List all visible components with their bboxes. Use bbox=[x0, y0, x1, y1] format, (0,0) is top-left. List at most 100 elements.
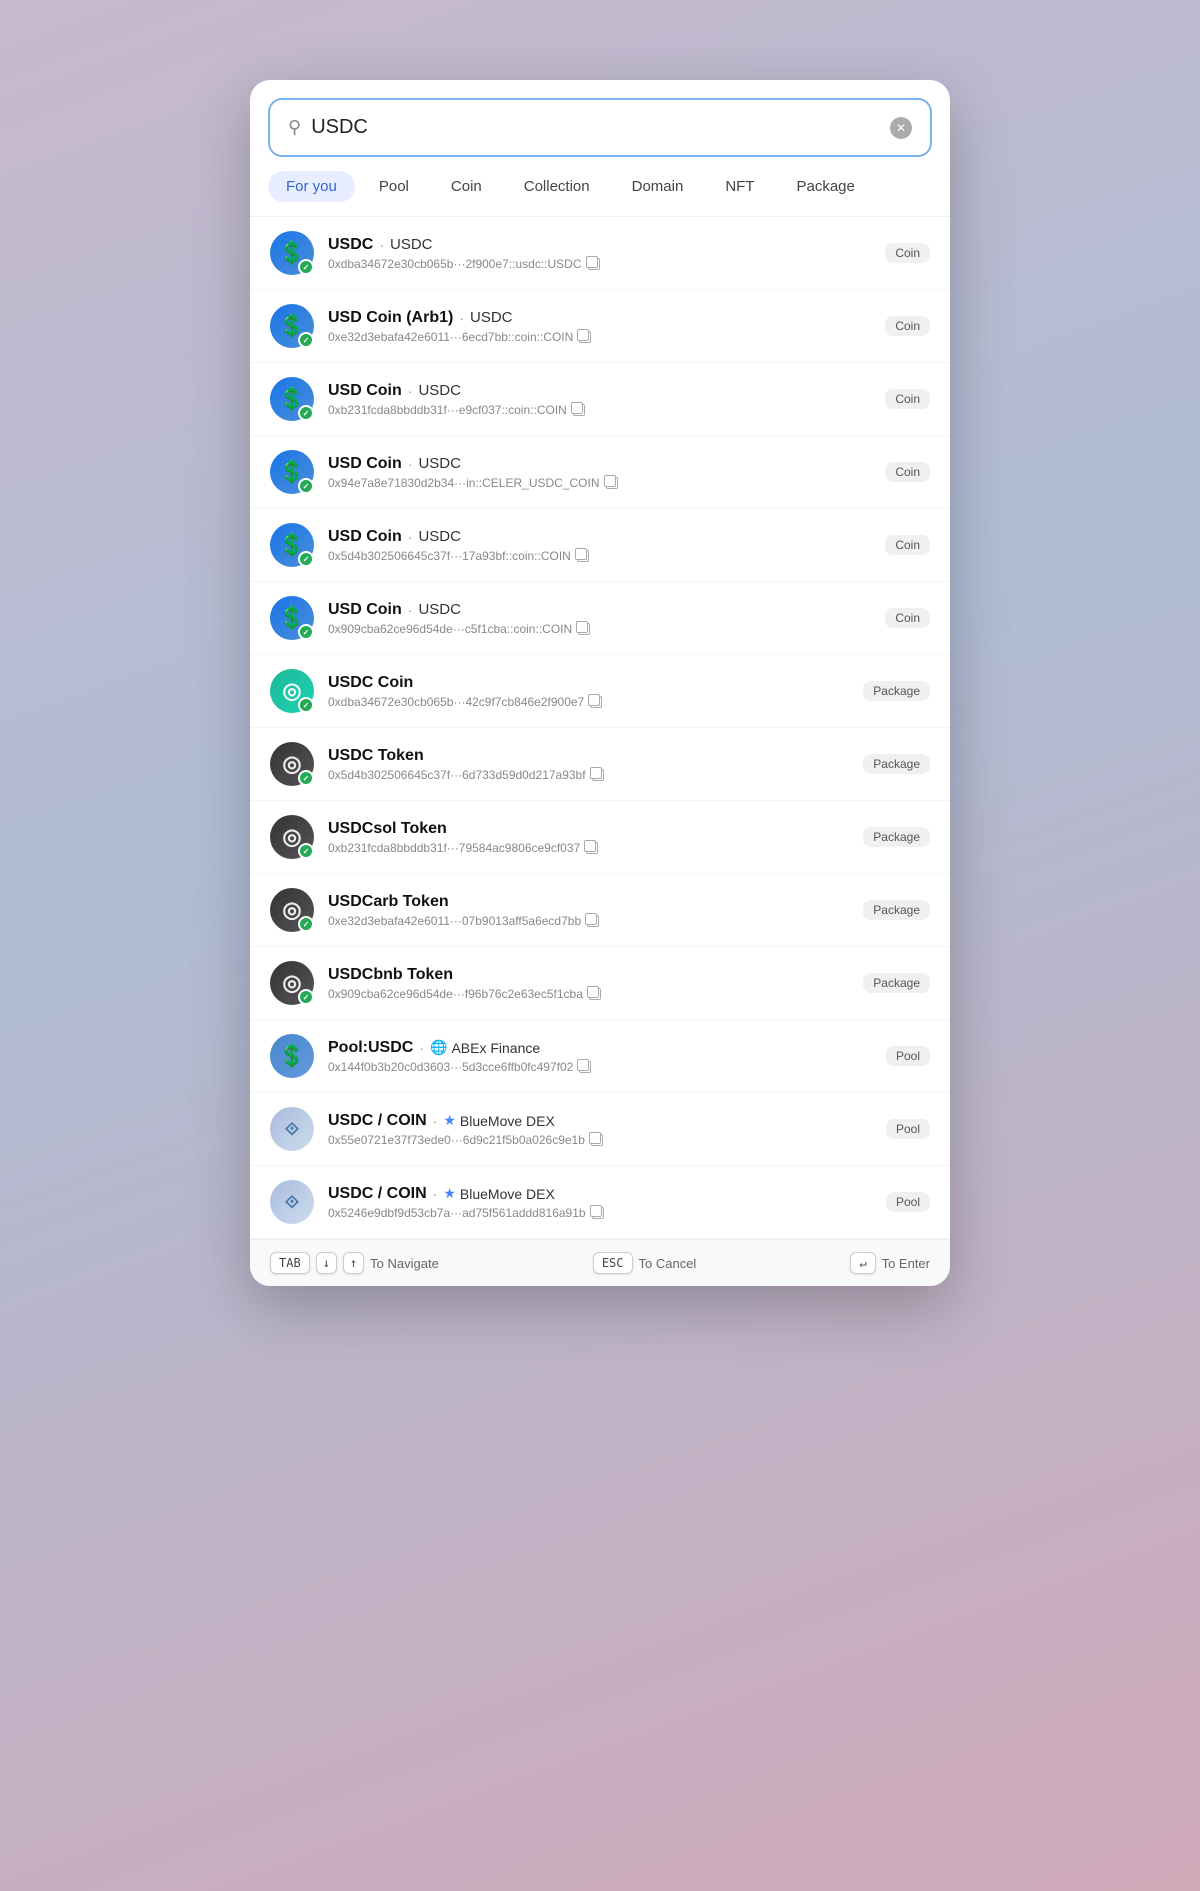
result-info: USDC / COIN · ★ BlueMove DEX 0x5246e9dbf… bbox=[328, 1185, 872, 1220]
result-icon: 💲 ✓ bbox=[270, 523, 314, 567]
result-icon: ⟐ bbox=[270, 1107, 314, 1151]
copy-icon[interactable] bbox=[588, 258, 600, 270]
verified-badge: ✓ bbox=[298, 697, 314, 713]
result-badge: Pool bbox=[886, 1046, 930, 1066]
verified-badge: ✓ bbox=[298, 843, 314, 859]
result-badge: Coin bbox=[885, 243, 930, 263]
result-address: 0x909cba62ce96d54de···f96b76c2e63ec5f1cb… bbox=[328, 987, 849, 1001]
result-badge: Coin bbox=[885, 462, 930, 482]
result-item[interactable]: 💲 ✓ USD Coin (Arb1) · USDC 0xe32d3ebafa4… bbox=[250, 290, 950, 363]
result-info: USDCbnb Token 0x909cba62ce96d54de···f96b… bbox=[328, 966, 849, 1001]
search-modal: ⚲ ✕ For you Pool Coin Collection Domain … bbox=[250, 80, 950, 1286]
result-info: USDC Token 0x5d4b302506645c37f···6d733d5… bbox=[328, 747, 849, 782]
copy-icon[interactable] bbox=[586, 842, 598, 854]
result-address: 0xb231fcda8bbddb31f···e9cf037::coin::COI… bbox=[328, 403, 871, 417]
result-name: USD Coin bbox=[328, 528, 402, 546]
tab-nft[interactable]: NFT bbox=[707, 171, 772, 202]
copy-icon[interactable] bbox=[606, 477, 618, 489]
modal-backdrop: ⚲ ✕ For you Pool Coin Collection Domain … bbox=[0, 0, 1200, 1891]
search-input[interactable] bbox=[311, 116, 880, 139]
copy-icon[interactable] bbox=[579, 1061, 591, 1073]
result-item[interactable]: ◎ ✓ USDCbnb Token 0x909cba62ce96d54de···… bbox=[250, 947, 950, 1020]
tab-pool[interactable]: Pool bbox=[361, 171, 427, 202]
tab-collection[interactable]: Collection bbox=[506, 171, 608, 202]
result-ticker: USDC bbox=[418, 528, 461, 545]
result-info: USDC · USDC 0xdba34672e30cb065b···2f900e… bbox=[328, 236, 871, 271]
copy-icon[interactable] bbox=[592, 1207, 604, 1219]
result-icon: ◎ ✓ bbox=[270, 961, 314, 1005]
result-name: USDC Token bbox=[328, 747, 424, 765]
copy-icon[interactable] bbox=[578, 623, 590, 635]
provider-star-icon: ★ bbox=[443, 1112, 456, 1129]
copy-icon[interactable] bbox=[573, 404, 585, 416]
result-icon: ◎ ✓ bbox=[270, 742, 314, 786]
result-badge: Coin bbox=[885, 608, 930, 628]
result-item[interactable]: ◎ ✓ USDC Token 0x5d4b302506645c37f···6d7… bbox=[250, 728, 950, 801]
enter-hint: ↵ To Enter bbox=[850, 1252, 930, 1274]
result-badge: Coin bbox=[885, 316, 930, 336]
result-item[interactable]: 💲 Pool:USDC · 🌐 ABEx Finance 0x144f0b3b2… bbox=[250, 1020, 950, 1093]
result-item[interactable]: ⟐ USDC / COIN · ★ BlueMove DEX 0x5246e9d… bbox=[250, 1166, 950, 1239]
result-item[interactable]: ◎ ✓ USDC Coin 0xdba34672e30cb065b···42c9… bbox=[250, 655, 950, 728]
esc-key: ESC bbox=[593, 1252, 633, 1274]
result-badge: Package bbox=[863, 754, 930, 774]
provider-star-icon: ★ bbox=[443, 1185, 456, 1202]
verified-badge: ✓ bbox=[298, 624, 314, 640]
enter-key: ↵ bbox=[850, 1252, 875, 1274]
result-badge: Package bbox=[863, 900, 930, 920]
result-address: 0x5d4b302506645c37f···17a93bf::coin::COI… bbox=[328, 549, 871, 563]
tab-coin[interactable]: Coin bbox=[433, 171, 500, 202]
copy-icon[interactable] bbox=[592, 769, 604, 781]
clear-button[interactable]: ✕ bbox=[890, 117, 912, 139]
navigate-label: To Navigate bbox=[370, 1256, 439, 1271]
copy-icon[interactable] bbox=[577, 550, 589, 562]
result-item[interactable]: 💲 ✓ USD Coin · USDC 0x909cba62ce96d54de·… bbox=[250, 582, 950, 655]
tab-for-you[interactable]: For you bbox=[268, 171, 355, 202]
result-icon: ⟐ bbox=[270, 1180, 314, 1224]
result-badge: Package bbox=[863, 973, 930, 993]
result-ticker: USDC bbox=[418, 601, 461, 618]
result-info: USD Coin · USDC 0xb231fcda8bbddb31f···e9… bbox=[328, 382, 871, 417]
result-icon: 💲 ✓ bbox=[270, 450, 314, 494]
copy-icon[interactable] bbox=[587, 915, 599, 927]
verified-badge: ✓ bbox=[298, 405, 314, 421]
result-ticker: USDC bbox=[470, 309, 513, 326]
result-info: USDCarb Token 0xe32d3ebafa42e6011···07b9… bbox=[328, 893, 849, 928]
result-info: USD Coin (Arb1) · USDC 0xe32d3ebafa42e60… bbox=[328, 309, 871, 344]
result-icon: ◎ ✓ bbox=[270, 815, 314, 859]
result-address: 0x5246e9dbf9d53cb7a···ad75f561addd816a91… bbox=[328, 1206, 872, 1220]
result-name: USDC / COIN bbox=[328, 1185, 427, 1203]
result-info: Pool:USDC · 🌐 ABEx Finance 0x144f0b3b20c… bbox=[328, 1039, 872, 1074]
result-badge: Package bbox=[863, 681, 930, 701]
copy-icon[interactable] bbox=[590, 696, 602, 708]
provider-logo: ★ BlueMove DEX bbox=[443, 1185, 555, 1202]
result-item[interactable]: 💲 ✓ USDC · USDC 0xdba34672e30cb065b···2f… bbox=[250, 217, 950, 290]
result-icon: 💲 ✓ bbox=[270, 377, 314, 421]
result-address: 0x5d4b302506645c37f···6d733d59d0d217a93b… bbox=[328, 768, 849, 782]
result-item[interactable]: 💲 ✓ USD Coin · USDC 0x94e7a8e71830d2b34·… bbox=[250, 436, 950, 509]
result-name: USD Coin (Arb1) bbox=[328, 309, 453, 327]
result-name: USD Coin bbox=[328, 601, 402, 619]
result-item[interactable]: ◎ ✓ USDCarb Token 0xe32d3ebafa42e6011···… bbox=[250, 874, 950, 947]
verified-badge: ✓ bbox=[298, 551, 314, 567]
tab-domain[interactable]: Domain bbox=[614, 171, 702, 202]
copy-icon[interactable] bbox=[579, 331, 591, 343]
result-name: USD Coin bbox=[328, 382, 402, 400]
copy-icon[interactable] bbox=[591, 1134, 603, 1146]
verified-badge: ✓ bbox=[298, 259, 314, 275]
result-address: 0x144f0b3b20c0d3603···5d3cce6ffb0fc497f0… bbox=[328, 1060, 872, 1074]
tab-package[interactable]: Package bbox=[778, 171, 872, 202]
result-item[interactable]: ◎ ✓ USDCsol Token 0xb231fcda8bbddb31f···… bbox=[250, 801, 950, 874]
result-badge: Pool bbox=[886, 1119, 930, 1139]
result-item[interactable]: 💲 ✓ USD Coin · USDC 0x5d4b302506645c37f·… bbox=[250, 509, 950, 582]
result-name: USD Coin bbox=[328, 455, 402, 473]
copy-icon[interactable] bbox=[589, 988, 601, 1000]
result-name: USDC bbox=[328, 236, 373, 254]
provider-logo: ★ BlueMove DEX bbox=[443, 1112, 555, 1129]
result-item[interactable]: ⟐ USDC / COIN · ★ BlueMove DEX 0x55e0721… bbox=[250, 1093, 950, 1166]
provider-globe-icon: 🌐 bbox=[430, 1039, 447, 1056]
result-address: 0x94e7a8e71830d2b34···in::CELER_USDC_COI… bbox=[328, 476, 871, 490]
result-badge: Coin bbox=[885, 535, 930, 555]
search-bar: ⚲ ✕ bbox=[268, 98, 932, 157]
result-item[interactable]: 💲 ✓ USD Coin · USDC 0xb231fcda8bbddb31f·… bbox=[250, 363, 950, 436]
